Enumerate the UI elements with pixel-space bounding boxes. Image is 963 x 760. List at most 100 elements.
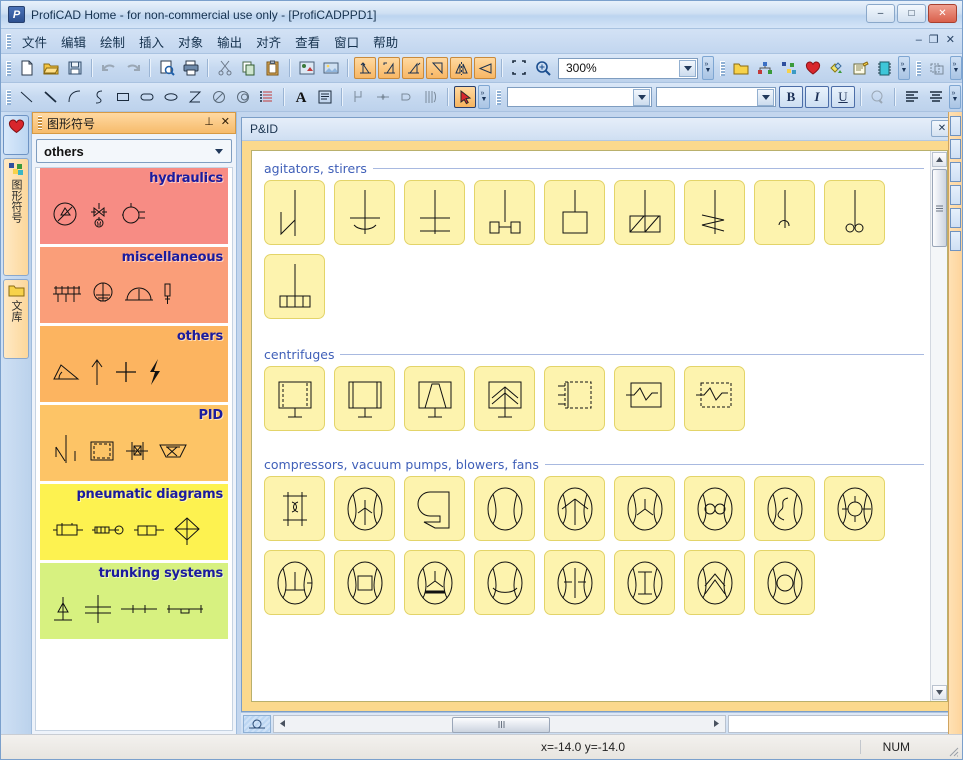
underline-button[interactable]: U: [831, 86, 855, 108]
line2-icon[interactable]: [40, 86, 62, 108]
symbol-group-list[interactable]: hydraulics M miscellaneous others PID pn…: [35, 167, 233, 731]
terminal-icon[interactable]: [396, 86, 418, 108]
symbol-group-trunking-systems[interactable]: trunking systems: [40, 563, 228, 639]
cross-icon[interactable]: [113, 359, 139, 385]
symbol-group-pneumatic-diagrams[interactable]: pneumatic diagrams: [40, 484, 228, 560]
chevron-down-icon[interactable]: [679, 59, 696, 77]
filled-circle-icon[interactable]: [232, 86, 254, 108]
document-canvas[interactable]: agitators, stirers centrifuges compresso…: [251, 150, 948, 702]
symbol-tile-agitator-paddle-z[interactable]: [264, 180, 325, 245]
menu-item-help[interactable]: 帮助: [366, 29, 405, 54]
sidebar-tab-graphic-symbols[interactable]: 图形符号: [3, 158, 29, 276]
chevron-down-icon[interactable]: [633, 89, 650, 106]
group-objects-icon[interactable]: [926, 57, 948, 79]
dock-button[interactable]: [950, 185, 961, 205]
symbol-group-hydraulics[interactable]: hydraulics M: [40, 168, 228, 244]
symbol-tile-blower-scroll[interactable]: [404, 476, 465, 541]
redo-icon[interactable]: [122, 57, 144, 79]
rotate-down-icon[interactable]: [426, 57, 448, 79]
document-horizontal-scrollbar[interactable]: [273, 714, 726, 733]
symbol-tile-agitator-twin-block[interactable]: [474, 180, 535, 245]
dock-button[interactable]: [950, 208, 961, 228]
font-size-combo[interactable]: [656, 87, 776, 107]
bold-button[interactable]: B: [779, 86, 803, 108]
menu-drag-grip[interactable]: [6, 33, 11, 49]
notes-icon[interactable]: [850, 57, 872, 79]
toolbar-drag-grip[interactable]: [6, 89, 11, 105]
symbol-tile-centrifuge-disc-stack[interactable]: [474, 366, 535, 431]
chevron-down-icon[interactable]: [757, 89, 774, 106]
dock-button[interactable]: [950, 116, 961, 136]
cylinder2-icon[interactable]: [133, 519, 165, 541]
symbol-tile-compressor-piston[interactable]: [264, 476, 325, 541]
arc-icon[interactable]: [64, 86, 86, 108]
fit-page-icon[interactable]: [508, 57, 530, 79]
symbol-tile-compressor-twin-lobe[interactable]: [684, 476, 745, 541]
symbol-tile-compressor-plain[interactable]: [474, 476, 535, 541]
menu-item-draw[interactable]: 绘制: [93, 29, 132, 54]
resize-grip[interactable]: [946, 744, 959, 757]
symbol-tile-centrifuge-solid-box[interactable]: [334, 366, 395, 431]
symbol-tile-fan-three-blade-stand[interactable]: [334, 476, 395, 541]
symbol-tile-compressor-circle[interactable]: [754, 550, 815, 615]
menu-item-object[interactable]: 对象: [171, 29, 210, 54]
rotate-right-icon[interactable]: [402, 57, 424, 79]
toolbar-overflow-button[interactable]: » ▼: [898, 56, 910, 80]
menu-item-view[interactable]: 查看: [288, 29, 327, 54]
probe-icon[interactable]: [161, 279, 175, 307]
close-button[interactable]: ✕: [928, 4, 957, 23]
folder-icon[interactable]: [730, 57, 752, 79]
text-align-center-icon[interactable]: [925, 86, 947, 108]
valve-icon[interactable]: [123, 437, 151, 465]
symbol-tile-compressor-chevron[interactable]: [684, 550, 745, 615]
new-file-icon[interactable]: [16, 57, 38, 79]
actuator-icon[interactable]: [91, 519, 127, 541]
panel-drag-grip[interactable]: [38, 116, 42, 130]
maximize-button[interactable]: □: [897, 4, 926, 23]
symbol-tile-compressor-tee[interactable]: [264, 550, 325, 615]
scroll-right-button[interactable]: [708, 716, 724, 732]
dock-button[interactable]: [950, 162, 961, 182]
font-family-combo[interactable]: [507, 87, 652, 107]
rounded-rect-icon[interactable]: [136, 86, 158, 108]
scroll-up-button[interactable]: [931, 152, 947, 167]
list-icon[interactable]: [256, 86, 278, 108]
dock-button[interactable]: [950, 231, 961, 251]
symbol-tile-agitator-flat-blade[interactable]: [404, 180, 465, 245]
symbol-tile-compressor-rotary-star[interactable]: [824, 476, 885, 541]
scroll-down-button[interactable]: [931, 685, 947, 700]
ic-chip-icon[interactable]: [874, 57, 896, 79]
textbox-icon[interactable]: [314, 86, 336, 108]
pane-resize-handle[interactable]: [243, 714, 271, 733]
symbol-tile-compressor-ibeam[interactable]: [614, 550, 675, 615]
scroll-left-button[interactable]: [274, 716, 290, 732]
rectangle-icon[interactable]: [112, 86, 134, 108]
rotate-left-icon[interactable]: [354, 57, 376, 79]
toolbar-drag-grip[interactable]: [916, 60, 921, 76]
mirror-horizontal-icon[interactable]: [450, 57, 472, 79]
menu-item-output[interactable]: 输出: [210, 29, 249, 54]
sidebar-tab-library[interactable]: 文库: [3, 279, 29, 359]
zoom-in-icon[interactable]: [532, 57, 554, 79]
arrow-up-icon[interactable]: [87, 357, 107, 387]
colors-icon[interactable]: [826, 57, 848, 79]
symbol-group-miscellaneous[interactable]: miscellaneous: [40, 247, 228, 323]
symbol-tile-compressor-screw[interactable]: [754, 476, 815, 541]
toolbar-drag-grip[interactable]: [720, 60, 725, 76]
antenna-array-icon[interactable]: [51, 280, 83, 306]
cylinder-icon[interactable]: [51, 519, 85, 541]
symbol-tile-agitator-box[interactable]: [544, 180, 605, 245]
symbol-tile-agitator-comb[interactable]: [264, 254, 325, 319]
close-icon[interactable]: ✕: [221, 115, 230, 128]
dome-icon[interactable]: [123, 280, 155, 306]
italic-button[interactable]: I: [805, 86, 829, 108]
ellipse-icon[interactable]: [160, 86, 182, 108]
pin-icon[interactable]: ⊥: [204, 115, 214, 128]
trunk-bend-icon[interactable]: [165, 599, 205, 619]
menu-item-align[interactable]: 对齐: [249, 29, 288, 54]
toolbar-drag-grip[interactable]: [6, 60, 11, 76]
undo-icon[interactable]: [98, 57, 120, 79]
save-file-icon[interactable]: [64, 57, 86, 79]
text-icon[interactable]: A: [290, 86, 312, 108]
earth-ground-icon[interactable]: [89, 279, 117, 307]
